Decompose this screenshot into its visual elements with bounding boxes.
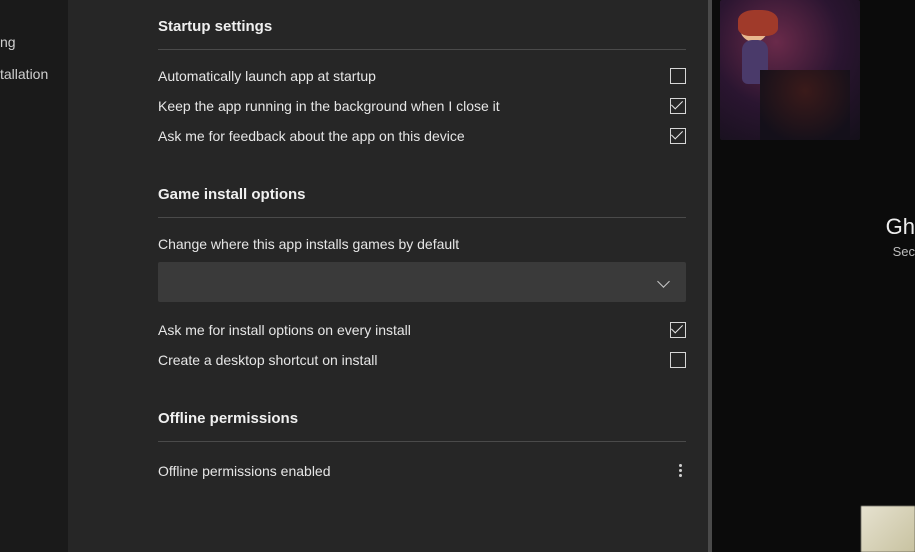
checkbox-desktop-shortcut[interactable] [670, 352, 686, 368]
checkbox-run-background[interactable] [670, 98, 686, 114]
section-title-install: Game install options [158, 186, 688, 203]
section-offline: Offline permissions Offline permissions … [158, 410, 688, 481]
startup-row-0: Automatically launch app at startup [158, 68, 686, 84]
promo-panel: Gh Sec [712, 0, 915, 552]
section-rule [158, 441, 686, 442]
settings-main-panel: Startup settings Automatically launch ap… [68, 0, 708, 552]
startup-row-2: Ask me for feedback about the app on thi… [158, 128, 686, 144]
promo-art-shadow [760, 70, 850, 140]
promo-art [720, 0, 860, 140]
sidebar-item-1[interactable]: tallation [0, 58, 68, 90]
install-location-label: Change where this app installs games by … [158, 236, 688, 252]
promo-title: Gh [886, 214, 915, 240]
offline-row: Offline permissions enabled [158, 460, 686, 481]
promo-subtitle: Sec [893, 244, 915, 259]
settings-sidebar: ng tallation [0, 0, 68, 552]
sidebar-item-0[interactable]: ng [0, 26, 68, 58]
section-title-startup: Startup settings [158, 18, 688, 35]
install-row-1: Create a desktop shortcut on install [158, 352, 686, 368]
install-row-1-label: Create a desktop shortcut on install [158, 352, 377, 368]
checkbox-feedback[interactable] [670, 128, 686, 144]
checkbox-launch-at-startup[interactable] [670, 68, 686, 84]
checkbox-install-options[interactable] [670, 322, 686, 338]
settings-content: Startup settings Automatically launch ap… [68, 0, 708, 481]
startup-row-2-label: Ask me for feedback about the app on thi… [158, 128, 465, 144]
install-location-select[interactable] [158, 262, 686, 302]
more-icon[interactable] [675, 460, 686, 481]
startup-row-1: Keep the app running in the background w… [158, 98, 686, 114]
section-startup: Startup settings Automatically launch ap… [158, 18, 688, 144]
section-rule [158, 49, 686, 50]
promo-thumb [861, 506, 915, 552]
startup-row-0-label: Automatically launch app at startup [158, 68, 376, 84]
install-row-0-label: Ask me for install options on every inst… [158, 322, 411, 338]
section-rule [158, 217, 686, 218]
startup-row-1-label: Keep the app running in the background w… [158, 98, 500, 114]
chevron-down-icon [658, 276, 670, 288]
section-title-offline: Offline permissions [158, 410, 688, 427]
install-row-0: Ask me for install options on every inst… [158, 322, 686, 338]
section-install: Game install options Change where this a… [158, 186, 688, 368]
offline-status-label: Offline permissions enabled [158, 463, 331, 479]
